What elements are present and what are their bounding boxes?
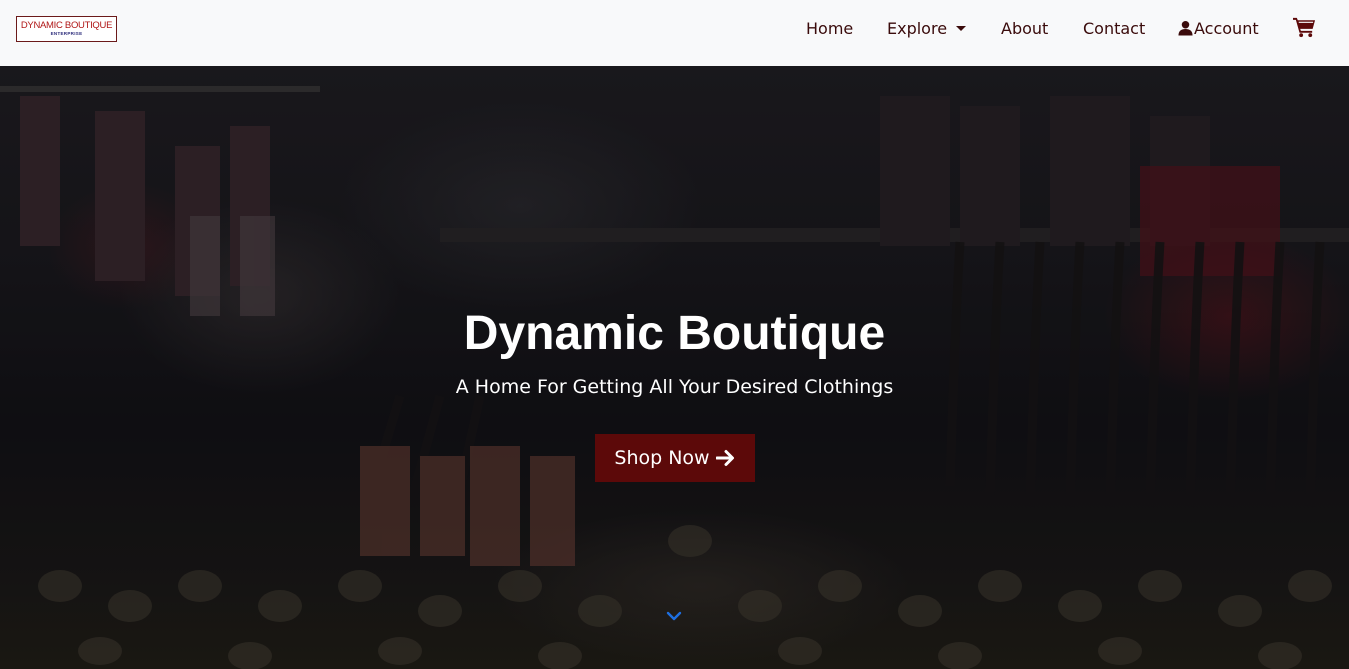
nav-item-label: Home <box>806 18 854 38</box>
shop-now-label: Shop Now <box>614 447 710 469</box>
nav-item-contact[interactable]: Contact <box>1083 17 1145 39</box>
nav-item-label: Explore <box>887 18 948 38</box>
nav-item-label: Account <box>1194 18 1259 38</box>
nav-item-home[interactable]: Home <box>806 17 853 39</box>
hero-subtitle: A Home For Getting All Your Desired Clot… <box>455 376 894 398</box>
hero-section: Dynamic Boutique A Home For Getting All … <box>0 66 1349 669</box>
navbar: DYNAMIC BOUTIQUE ENTERPRISE Home Explore… <box>0 0 1349 66</box>
shopping-cart-icon[interactable] <box>1293 16 1316 38</box>
shop-now-button[interactable]: Shop Now <box>595 434 755 482</box>
nav-item-about[interactable]: About <box>1001 17 1048 39</box>
hero-overlay <box>0 66 1349 669</box>
nav-item-label: About <box>1001 18 1049 38</box>
nav-item-label: Contact <box>1083 18 1146 38</box>
hero-title: Dynamic Boutique <box>463 307 886 360</box>
nav-item-account[interactable]: Account <box>1178 17 1259 39</box>
user-icon <box>1178 20 1193 36</box>
arrow-right-icon <box>715 450 734 466</box>
nav-links: Home Explore About Contact Account <box>0 0 1349 66</box>
nav-item-explore[interactable]: Explore <box>887 17 967 39</box>
chevron-down-icon[interactable] <box>665 610 683 622</box>
caret-down-icon <box>956 26 967 31</box>
